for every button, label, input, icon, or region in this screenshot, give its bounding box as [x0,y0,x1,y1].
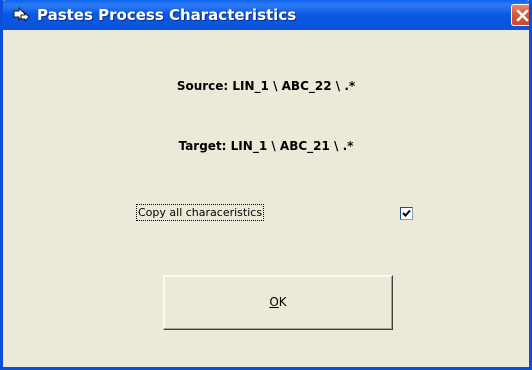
target-label: Target: LIN_1 \ ABC_21 \ .* [178,139,354,153]
ok-button[interactable]: OK [163,275,393,330]
window-title: Pastes Process Characteristics [37,6,297,24]
copy-all-characteristics-checkbox[interactable] [400,207,413,220]
checkmark-icon [402,209,411,217]
copy-all-characteristics-label[interactable]: Copy all characeristics [136,204,265,221]
close-icon [516,9,529,22]
ok-mnemonic: O [269,295,279,309]
close-button[interactable] [511,4,529,26]
title-bar[interactable]: Pastes Process Characteristics [3,0,529,30]
dialog-window: Pastes Process Characteristics Source: L… [0,0,532,370]
ok-label-rest: K [278,295,287,309]
paste-arrow-icon [13,6,30,23]
source-label: Source: LIN_1 \ ABC_22 \ .* [176,79,356,93]
